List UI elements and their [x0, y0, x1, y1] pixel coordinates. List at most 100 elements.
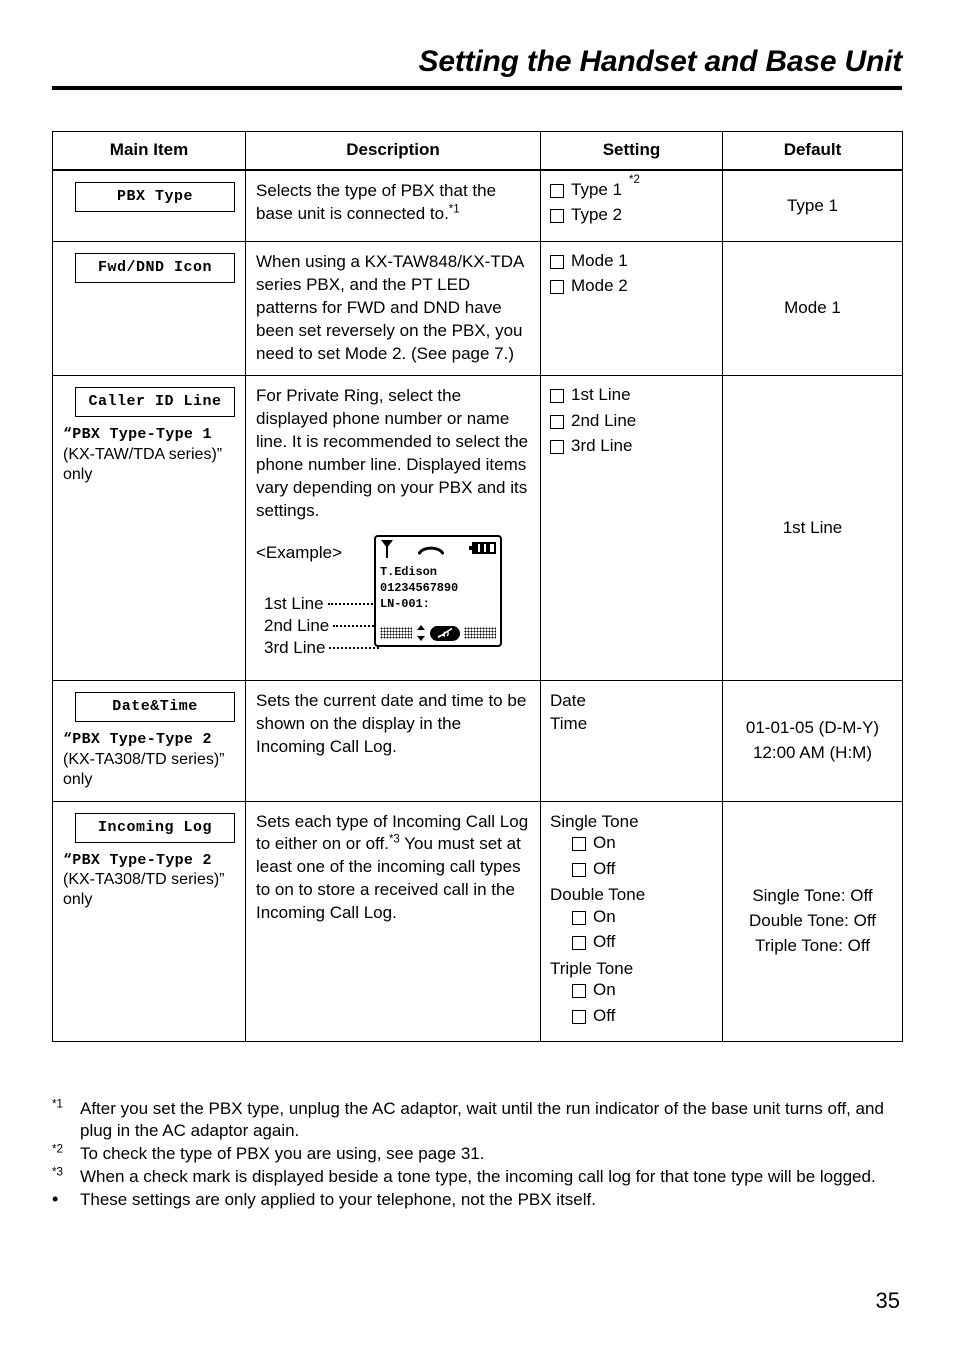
- lcd-line-2: 01234567890: [380, 581, 459, 596]
- default-cell: Type 1: [722, 169, 903, 242]
- mute-icon: [430, 625, 460, 641]
- footnote-text: After you set the PBX type, unplug the A…: [80, 1099, 884, 1140]
- item-label-box: Caller ID Line: [75, 387, 235, 418]
- table-row: Fwd/DND Icon When using a KX-TAW848/KX-T…: [52, 240, 903, 377]
- setting-option-label: On: [593, 906, 616, 926]
- left-dot-block-icon: [380, 627, 412, 640]
- setting-option-label: Off: [593, 932, 616, 952]
- footnote-marker: *3: [52, 1166, 63, 1179]
- setting-label: Date: [550, 691, 586, 711]
- checkbox-icon[interactable]: [550, 440, 564, 455]
- checkbox-icon[interactable]: [550, 389, 564, 404]
- handset-icon: [418, 546, 444, 555]
- checkbox-icon[interactable]: [550, 280, 564, 295]
- table-row: Date&Time “PBX Type-Type 2 (KX-TA308/TD …: [52, 680, 903, 802]
- footnotes-block: *1 After you set the PBX type, unplug th…: [52, 1098, 918, 1212]
- checkbox-icon[interactable]: [550, 254, 564, 269]
- example-line-labels: 1st Line 2nd Line 3rd Line: [264, 593, 380, 658]
- setting-option[interactable]: Off: [572, 859, 716, 879]
- description-cell: Sets the current date and time to be sho…: [245, 680, 541, 802]
- lcd-text-lines: T.Edison 01234567890 LN-001:: [376, 563, 500, 613]
- setting-cell: Single Tone On Off Double Tone On Off Tr…: [540, 800, 723, 1043]
- setting-option-label: Type 1: [571, 180, 623, 199]
- setting-option[interactable]: Type 1 *2: [550, 174, 716, 200]
- column-header-setting: Setting: [540, 131, 723, 171]
- table-row: PBX Type Selects the type of PBX that th…: [52, 169, 903, 242]
- checkbox-icon[interactable]: [572, 936, 586, 951]
- setting-option-label: Mode 2: [571, 276, 628, 296]
- item-label-box: Fwd/DND Icon: [75, 252, 235, 283]
- setting-option[interactable]: 1st Line: [550, 385, 716, 405]
- setting-option[interactable]: Off: [572, 1006, 716, 1026]
- default-value: Mode 1: [784, 298, 841, 318]
- setting-option[interactable]: Off: [572, 932, 716, 952]
- default-cell: Mode 1: [722, 240, 903, 377]
- default-value: 1st Line: [782, 517, 843, 537]
- setting-option-label: 1st Line: [571, 385, 631, 405]
- setting-option[interactable]: On: [572, 980, 716, 1000]
- main-item-cell: Date&Time “PBX Type-Type 2 (KX-TA308/TD …: [52, 680, 246, 802]
- checkbox-icon[interactable]: [550, 184, 564, 198]
- column-header-main-item: Main Item: [52, 131, 246, 171]
- item-qualifier-note: “PBX Type-Type 1 (KX-TAW/TDA series)” on…: [63, 424, 237, 485]
- setting-option[interactable]: 2nd Line: [550, 411, 716, 431]
- checkbox-icon[interactable]: [572, 837, 586, 852]
- column-header-default: Default: [722, 131, 903, 171]
- checkbox-icon[interactable]: [550, 209, 564, 224]
- mute-glyph: [437, 627, 453, 638]
- item-qualifier-mono: “PBX Type-Type 2: [63, 851, 212, 869]
- lcd-soft-key-bar: [376, 625, 500, 642]
- example-caption: <Example>: [256, 543, 342, 563]
- example-line-label: 2nd Line: [264, 615, 330, 635]
- setting-option-label: 3rd Line: [571, 436, 633, 456]
- setting-cell: Date Time: [540, 680, 723, 802]
- page-title: Setting the Handset and Base Unit: [418, 45, 903, 78]
- main-item-cell: PBX Type: [52, 169, 246, 242]
- default-cell: 1st Line: [722, 375, 903, 682]
- setting-option[interactable]: Mode 2: [550, 276, 716, 296]
- default-value: Single Tone: Off: [752, 886, 873, 906]
- checkbox-icon[interactable]: [572, 862, 586, 877]
- checkbox-icon[interactable]: [572, 984, 586, 999]
- checkbox-icon[interactable]: [572, 910, 586, 925]
- setting-option[interactable]: 3rd Line: [550, 436, 716, 456]
- default-cell: 01-01-05 (D-M-Y) 12:00 AM (H:M): [722, 680, 903, 802]
- item-qualifier-plain: (KX-TA308/TD series)” only: [63, 870, 225, 909]
- title-divider: [52, 85, 902, 90]
- item-qualifier-plain: (KX-TAW/TDA series)” only: [63, 445, 223, 484]
- lcd-line-3: LN-001:: [380, 597, 430, 612]
- lcd-line-1: T.Edison: [380, 565, 437, 580]
- item-label-box: PBX Type: [75, 182, 235, 212]
- setting-cell: 1st Line 2nd Line 3rd Line: [540, 375, 723, 682]
- example-line-label: 3rd Line: [264, 637, 326, 657]
- column-header-description: Description: [245, 131, 541, 171]
- settings-table: Main Item Description Setting Default PB…: [52, 131, 903, 1043]
- description-text: Selects the type of PBX that the base un…: [256, 181, 497, 223]
- example-illustration: <Example> 1st Line 2nd Line 3rd Line T.E…: [256, 535, 530, 670]
- setting-option[interactable]: On: [572, 907, 716, 927]
- description-cell: Selects the type of PBX that the base un…: [245, 169, 541, 242]
- item-label-box: Date&Time: [75, 692, 235, 723]
- setting-option-label: Off: [593, 1005, 616, 1025]
- table-row: Caller ID Line “PBX Type-Type 1 (KX-TAW/…: [52, 375, 903, 682]
- page-number: 35: [875, 1288, 900, 1313]
- checkbox-icon[interactable]: [550, 414, 564, 429]
- description-text: Sets the current date and time to be sho…: [256, 691, 527, 756]
- description-text: When using a KX-TAW848/KX-TDA series PBX…: [256, 251, 524, 363]
- setting-option[interactable]: Mode 1: [550, 251, 716, 271]
- setting-option-label: On: [593, 833, 616, 853]
- item-qualifier-mono: “PBX Type-Type 2: [63, 731, 212, 749]
- footnote-item: *1 After you set the PBX type, unplug th…: [52, 1098, 918, 1142]
- setting-option[interactable]: On: [572, 833, 716, 853]
- setting-option[interactable]: Type 2: [550, 205, 716, 225]
- lcd-status-bar: [376, 537, 500, 563]
- setting-option-label: Off: [593, 858, 616, 878]
- footnote-marker: *1: [52, 1098, 63, 1111]
- checkbox-icon[interactable]: [572, 1009, 586, 1024]
- leader-dots: [333, 624, 378, 627]
- setting-group-label: Single Tone: [550, 811, 639, 831]
- setting-group-label: Double Tone: [550, 885, 646, 905]
- table-row: Incoming Log “PBX Type-Type 2 (KX-TA308/…: [52, 800, 903, 1043]
- item-qualifier-plain: (KX-TA308/TD series)” only: [63, 750, 225, 789]
- description-cell: When using a KX-TAW848/KX-TDA series PBX…: [245, 240, 541, 377]
